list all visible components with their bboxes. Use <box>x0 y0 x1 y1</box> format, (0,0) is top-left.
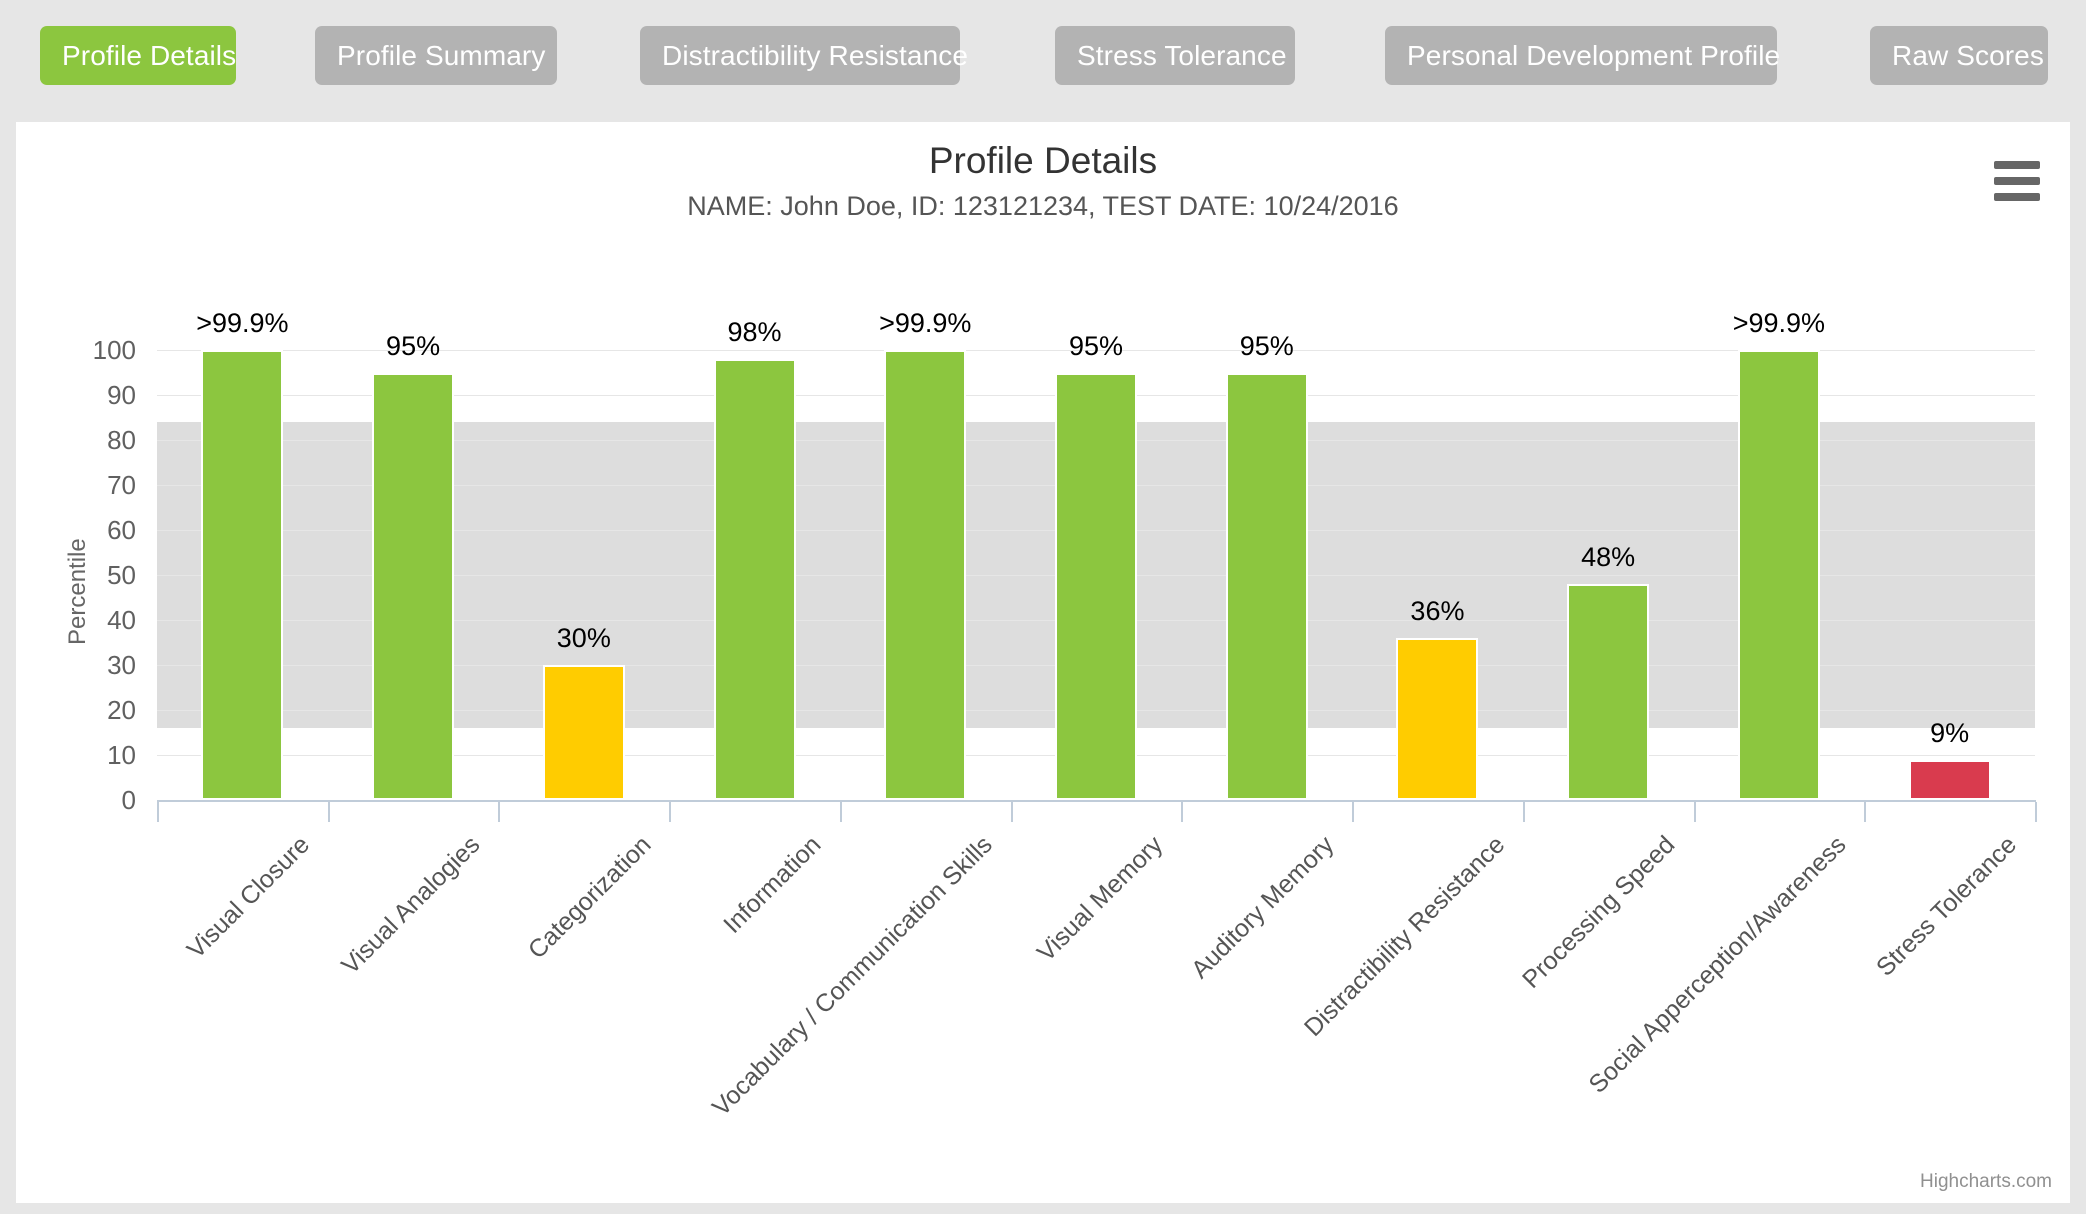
x-axis-tick-label: Distractibility Resistance <box>1298 830 1510 1042</box>
hamburger-bar <box>1994 193 2040 201</box>
tab-personal-development-profile[interactable]: Personal Development Profile <box>1385 26 1780 85</box>
x-axis-tick <box>2035 802 2037 822</box>
tab-distractibility-resistance[interactable]: Distractibility Resistance <box>640 26 968 85</box>
tab-raw-scores[interactable]: Raw Scores <box>1870 26 2048 85</box>
chart-panel: Profile Details NAME: John Doe, ID: 1231… <box>16 122 2070 1203</box>
bar-data-label: 30% <box>556 623 611 653</box>
hamburger-bar <box>1994 177 2040 185</box>
y-axis-tick-label: 60 <box>107 515 136 545</box>
x-axis-tick <box>1693 802 1696 822</box>
bar[interactable] <box>372 372 455 800</box>
bar[interactable] <box>1567 584 1650 800</box>
y-axis-tick-label: 30 <box>107 650 136 680</box>
tab-stress-tolerance[interactable]: Stress Tolerance <box>1055 26 1295 85</box>
x-axis-tick-label: Processing Speed <box>1517 830 1681 994</box>
y-axis-tick-label: 10 <box>107 740 136 770</box>
x-axis-tick-label: Information <box>718 830 827 939</box>
x-axis-tick <box>1864 802 1867 822</box>
x-axis-tick <box>1352 802 1355 822</box>
bar[interactable] <box>1396 638 1479 800</box>
bar[interactable] <box>1737 350 1820 800</box>
highcharts-credit[interactable]: Highcharts.com <box>1920 1171 2052 1193</box>
x-axis-tick-label: Auditory Memory <box>1185 830 1340 984</box>
x-axis-tick-label: Vocabulary / Communication Skills <box>706 830 998 1122</box>
x-axis-tick <box>839 802 842 822</box>
y-axis-tick-label: 0 <box>121 785 136 815</box>
tab-bar: Profile Details Profile Summary Distractib… <box>0 0 2086 122</box>
x-axis-tick <box>1010 802 1013 822</box>
x-axis-tick <box>1522 802 1525 822</box>
y-axis-tick-label: 80 <box>107 425 136 455</box>
page-title: Profile Details <box>928 140 1158 181</box>
bar-data-label: 48% <box>1581 542 1636 572</box>
y-axis-tick-label: 50 <box>107 560 136 590</box>
x-axis-tick <box>157 802 159 822</box>
bar-data-label: >99.9% <box>1732 308 1826 338</box>
x-axis-tick-label: Visual Analogies <box>336 830 486 980</box>
y-axis-tick-label: 20 <box>107 695 136 725</box>
y-axis-tick-label: 100 <box>92 335 136 365</box>
bar[interactable] <box>542 665 625 800</box>
y-axis-tick-label: 90 <box>107 380 136 410</box>
hamburger-bar <box>1994 161 2040 169</box>
x-axis-tick-label: Categorization <box>522 830 657 965</box>
bar[interactable] <box>1225 372 1308 800</box>
bar[interactable] <box>201 350 284 800</box>
x-axis-tick-label: Visual Closure <box>181 830 315 965</box>
x-axis-line <box>157 800 2036 802</box>
hamburger-menu-icon[interactable] <box>1994 161 2040 201</box>
x-axis-tick-label: Visual Memory <box>1032 830 1169 967</box>
bar-data-label: 95% <box>1239 330 1294 361</box>
bar-data-label: 95% <box>386 330 441 361</box>
chart-subtitle: NAME: John Doe, ID: 123121234, TEST DATE… <box>687 191 1399 221</box>
tab-profile-summary[interactable]: Profile Summary <box>315 26 557 85</box>
x-axis-tick <box>1181 802 1184 822</box>
x-axis-tick <box>669 802 672 822</box>
bar-data-label: 9% <box>1930 717 1970 748</box>
bar-data-label: 36% <box>1410 596 1465 626</box>
y-axis-tick-label: 70 <box>107 470 136 500</box>
bar[interactable] <box>1055 372 1137 800</box>
x-axis-tick <box>498 802 501 822</box>
plot-area <box>157 350 2035 801</box>
x-axis-tick-label: Stress Tolerance <box>1870 830 2023 982</box>
tab-profile-details[interactable]: Profile Details <box>40 26 236 85</box>
x-axis-tick <box>327 802 330 822</box>
bar[interactable] <box>884 350 967 800</box>
bar[interactable] <box>713 359 796 800</box>
bar[interactable] <box>1908 759 1991 800</box>
y-axis-tick-label: 40 <box>107 605 136 635</box>
